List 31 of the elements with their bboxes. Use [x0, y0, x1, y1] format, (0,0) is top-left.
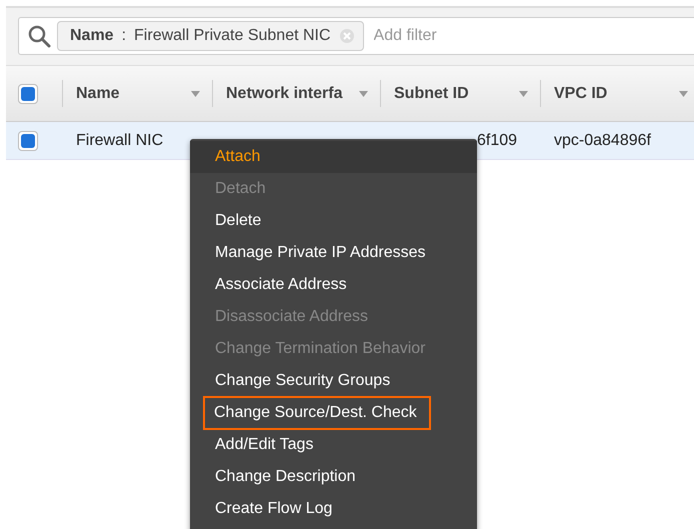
table-cell: Firewall NIC — [62, 122, 212, 160]
checkbox[interactable] — [18, 130, 38, 150]
filter-separator: : — [122, 26, 126, 46]
menu-item: Detach — [214, 179, 267, 199]
menu-item[interactable]: Associate Address — [190, 269, 477, 301]
sort-caret-icon[interactable] — [679, 90, 688, 96]
sort-caret-icon[interactable] — [191, 90, 200, 96]
menu-item[interactable]: Change Source/Dest. Check — [190, 397, 477, 429]
filter-token[interactable]: Name : Firewall Private Subnet NIC — [57, 21, 364, 51]
menu-item: Disassociate Address — [214, 307, 369, 327]
menu-item[interactable]: Create Flow Log — [190, 493, 477, 525]
menu-item: Change Termination Behavior — [214, 339, 426, 359]
menu-item[interactable]: Add/Edit Tags — [190, 429, 477, 461]
checkbox[interactable] — [18, 84, 38, 104]
sort-caret-icon[interactable] — [519, 90, 528, 96]
column-header[interactable]: Name — [62, 66, 212, 122]
menu-item[interactable]: Change Description — [190, 461, 477, 493]
menu-item[interactable]: Delete — [190, 205, 477, 237]
filter-bar[interactable]: Name : Firewall Private Subnet NIC Add filter — [18, 17, 694, 55]
filter-key: Name — [70, 24, 114, 48]
filter-value: Firewall Private Subnet NIC — [134, 26, 331, 46]
sort-caret-icon[interactable] — [359, 90, 368, 96]
menu-item[interactable]: Change Security Groups — [190, 365, 477, 397]
column-header[interactable]: VPC ID — [540, 66, 694, 122]
search-icon — [27, 24, 51, 48]
menu-item[interactable]: Manage Private IP Addresses — [190, 237, 477, 269]
clear-icon[interactable] — [338, 28, 355, 44]
column-header[interactable]: Network interfa — [212, 66, 380, 122]
column-header[interactable]: Subnet ID — [380, 66, 540, 122]
menu-item[interactable]: Attach — [190, 141, 477, 173]
table-cell: vpc-0a84896f — [540, 122, 694, 160]
